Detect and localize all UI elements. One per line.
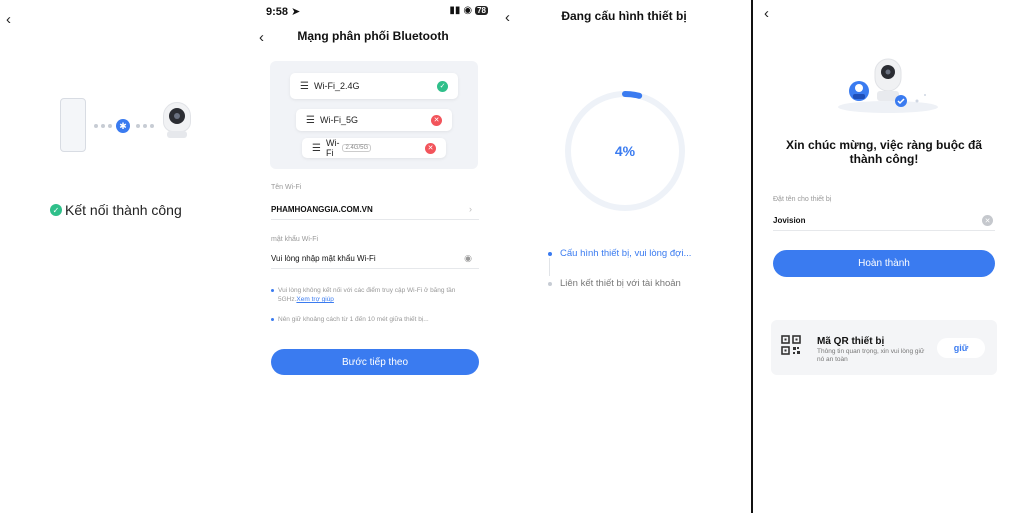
band-badge: 2.4G/5G [342,144,372,152]
dot-icon [136,124,140,128]
location-arrow-icon: ➤ [291,6,301,18]
keep-qr-button[interactable]: giữ [937,338,985,358]
check-circle-icon: ✓ [50,204,62,216]
wifi-example-row: ☰ Wi-Fi 2.4G/5G ✕ [302,138,446,158]
dot-icon [94,124,98,128]
divider [773,230,995,231]
dot-icon [143,124,147,128]
battery-icon: 78 [475,6,488,15]
clear-icon[interactable]: ✕ [982,215,993,226]
wifi-example-row: ☰ Wi-Fi_5G ✕ [296,109,452,131]
qr-title: Mã QR thiết bị [817,336,885,347]
step-dot-icon [548,281,552,286]
qr-description: Thông tin quan trọng, xin vui lòng giữ n… [817,348,925,363]
password-label: mật khẩu Wi-Fi [271,236,319,243]
step-connector [549,258,550,276]
chevron-right-icon[interactable]: › [469,204,472,214]
wifi-icon: ☰ [312,142,321,154]
qr-card: Mã QR thiết bị Thông tin quan trọng, xin… [771,320,997,375]
phone-illustration [60,98,86,152]
check-circle-icon: ✓ [437,80,448,92]
status-icons: ▮▮ ◉ 78 [449,5,488,16]
tip-5ghz: Vui lòng không kết nối với các điểm truy… [271,286,479,304]
divider [271,219,479,220]
step-configure: Cấu hình thiết bị, vui lòng đợi... [548,248,691,259]
help-link[interactable]: Xem trợ giúp [296,296,334,303]
step-dot-icon [548,251,552,256]
page-title: Mạng phân phối Bluetooth [297,29,449,43]
back-chevron-icon[interactable]: ‹ [764,6,769,21]
device-name-label: Đặt tên cho thiết bị [773,196,832,203]
wifi-name-value[interactable]: PHAMHOANGGIA.COM.VN [271,205,373,214]
panel-configuring: ‹ Đang cấu hình thiết bị 4% Cấu hình thi… [498,0,750,513]
wifi-example-row: ☰ Wi-Fi_2.4G ✓ [290,73,458,99]
success-text: Kết nối thành công [65,202,182,218]
page-title: Xin chúc mừng, việc ràng buộc đã thành c… [785,138,983,166]
page-title: Đang cấu hình thiết bị [561,9,687,23]
dot-icon [108,124,112,128]
device-name-input[interactable]: Jovision [773,216,995,225]
wifi-guide-card: ☰ Wi-Fi_2.4G ✓ ☰ Wi-Fi_5G ✕ ☰ Wi-Fi 2.4G… [270,61,478,169]
bluetooth-icon: ✱ [116,119,130,133]
tip-distance: Nên giữ khoảng cách từ 1 đến 10 mét giữa… [271,315,479,324]
progress-percent: 4% [614,143,636,159]
wifi-icon: ☰ [300,80,309,92]
qr-code-icon [781,335,801,355]
panel-bluetooth-network: 9:58 ➤ ▮▮ ◉ 78 ‹ Mạng phân phối Bluetoot… [248,0,498,513]
panel-connection-success: ‹ ✱ ✓ Kết nối thành công [0,0,248,513]
wifi-name-label: Tên Wi-Fi [271,184,302,191]
close-circle-icon: ✕ [431,114,442,126]
dot-icon [101,124,105,128]
camera-illustration [163,102,191,138]
password-input[interactable]: Vui lòng nhập mật khẩu Wi-Fi [271,254,376,263]
eye-icon[interactable]: ◉ [464,253,472,264]
connection-status: ✓ Kết nối thành công [50,202,182,218]
divider [271,268,479,269]
back-chevron-icon[interactable]: ‹ [6,12,11,27]
signal-icon: ▮▮ [449,5,461,16]
status-time: 9:58 ➤ [266,6,301,18]
binding-illustration [838,58,938,113]
next-step-button[interactable]: Bước tiếp theo [271,349,479,375]
wifi-status-icon: ◉ [463,5,473,16]
wifi-icon: ☰ [306,114,315,126]
panel-binding-success: ‹ Xin chúc mừng, việc ràng buộc đã thành… [753,0,1013,513]
done-button[interactable]: Hoàn thành [773,250,995,277]
close-circle-icon: ✕ [425,142,436,154]
step-link-account: Liên kết thiết bị với tài khoản [548,278,681,289]
dot-icon [150,124,154,128]
